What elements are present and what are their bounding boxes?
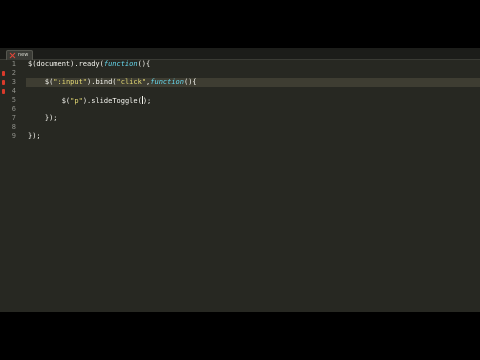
code-token: $( — [28, 97, 71, 105]
line-number: 3 — [11, 78, 16, 86]
code-token: $(document).ready( — [28, 60, 104, 68]
line-number: 6 — [11, 105, 16, 113]
code-area[interactable]: $(document).ready(function(){ $(":input"… — [28, 60, 480, 312]
code-token: ).bind( — [87, 78, 117, 86]
code-line[interactable]: }); — [28, 114, 58, 123]
keyword-token: function — [150, 78, 184, 86]
string-token: ":input" — [53, 78, 88, 86]
line-number: 4 — [11, 87, 16, 95]
line-number: 5 — [11, 96, 16, 104]
code-token: ).slideToggle( — [82, 97, 142, 105]
code-token: }); — [28, 114, 58, 122]
line-number: 2 — [11, 69, 16, 77]
code-token: }); — [28, 132, 41, 140]
code-token: $( — [28, 78, 54, 86]
code-line[interactable]: $("p").slideToggle(); — [28, 96, 151, 105]
code-token: (){ — [137, 60, 151, 68]
code-editor[interactable]: new 123456789 $(document).ready(function… — [0, 48, 480, 312]
code-token: (){ — [183, 78, 197, 86]
keyword-token: function — [103, 60, 138, 68]
line-number: 1 — [11, 60, 16, 68]
tab-new[interactable]: new — [6, 50, 34, 60]
line-number: 7 — [11, 114, 16, 122]
code-line[interactable]: }); — [28, 132, 41, 141]
tab-bar: new — [0, 48, 480, 60]
string-token: "click" — [116, 78, 147, 86]
tab-label: new — [18, 52, 29, 58]
code-token: ); — [142, 97, 152, 105]
line-number: 8 — [11, 123, 16, 131]
code-line[interactable]: $(":input").bind("click",function(){ — [28, 78, 197, 87]
line-number-gutter: 123456789 — [0, 60, 26, 312]
string-token: "p" — [70, 97, 83, 105]
line-number: 9 — [11, 132, 16, 140]
close-icon[interactable] — [10, 53, 15, 58]
code-line[interactable]: $(document).ready(function(){ — [28, 60, 150, 69]
video-frame: new 123456789 $(document).ready(function… — [0, 0, 480, 360]
